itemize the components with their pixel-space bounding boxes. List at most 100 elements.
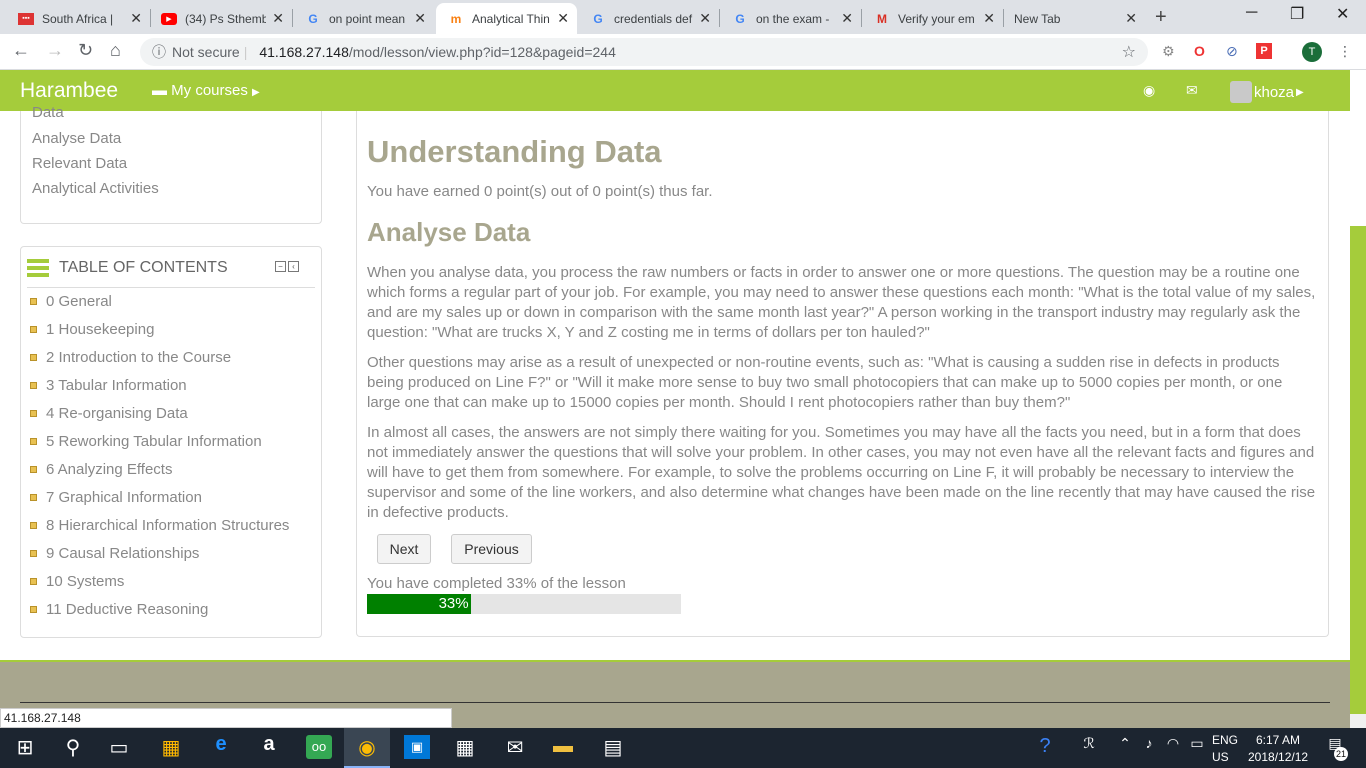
browser-tab[interactable]: G credentials def ✕	[578, 3, 719, 34]
toc-item[interactable]: 2 Introduction to the Course	[30, 349, 231, 366]
task-view-icon[interactable]: ▭	[106, 735, 132, 759]
reload-icon[interactable]: ↻	[78, 40, 93, 61]
points-earned: You have earned 0 point(s) out of 0 poin…	[367, 183, 713, 200]
page-title: Understanding Data	[367, 134, 662, 169]
browser-tab-active[interactable]: m Analytical Thin ✕	[436, 3, 577, 34]
chrome-icon[interactable]: ◉	[354, 735, 380, 759]
sidebar-link[interactable]: Relevant Data	[32, 155, 127, 172]
divider	[27, 287, 315, 288]
next-button[interactable]: Next	[377, 534, 431, 564]
battery-icon[interactable]: ▭	[1184, 735, 1210, 759]
toc-item[interactable]: 7 Graphical Information	[30, 489, 202, 506]
opera-extension-icon[interactable]: O	[1194, 43, 1205, 59]
tab-label: on the exam -	[756, 11, 830, 26]
block-extension-icon[interactable]: ⊘	[1226, 43, 1238, 60]
youtube-icon: ▶	[161, 12, 177, 25]
extension-icon[interactable]: ⚙	[1162, 43, 1175, 60]
language-indicator[interactable]: ENG US	[1212, 733, 1238, 764]
toc-item[interactable]: 8 Hierarchical Information Structures	[30, 517, 289, 534]
collapse-icon[interactable]: −	[275, 261, 286, 272]
close-tab-icon[interactable]: ✕	[699, 10, 711, 27]
sidebar-link[interactable]: Data	[32, 104, 64, 121]
caret-right-icon: ▶	[1296, 86, 1304, 98]
google-icon: G	[593, 11, 603, 26]
url-input[interactable]: ⓘ Not secure | 41.168.27.148/mod/lesson/…	[140, 38, 1148, 66]
sidebar-link[interactable]: Analyse Data	[32, 130, 121, 147]
my-courses-menu[interactable]: ▬ My courses ▶	[152, 82, 260, 99]
site-brand[interactable]: Harambee	[20, 79, 118, 103]
info-icon[interactable]: ⓘ	[152, 42, 166, 62]
time-label: 6:17 AM	[1255, 733, 1301, 747]
content-paragraph: When you analyse data, you process the r…	[367, 264, 1316, 341]
toc-item[interactable]: 5 Reworking Tabular Information	[30, 433, 262, 450]
tab-label: credentials def	[614, 11, 693, 26]
calendar-app-icon[interactable]: ▦	[452, 735, 478, 759]
close-tab-icon[interactable]: ✕	[414, 10, 426, 27]
browser-tab[interactable]: G on the exam - ✕	[720, 3, 861, 34]
browser-tab[interactable]: G on point mean ✕	[293, 3, 434, 34]
browser-tab[interactable]: ▶ (34) Ps Sthemb ✕	[151, 3, 292, 34]
toc-item-label: 11 Deductive Reasoning	[46, 601, 209, 618]
toc-item-label: 9 Causal Relationships	[46, 545, 200, 562]
toc-item[interactable]: 1 Housekeeping	[30, 321, 154, 338]
menu-dots-icon[interactable]: ⋮	[1338, 43, 1352, 60]
user-menu[interactable]: khoza ▶	[1230, 81, 1304, 103]
toc-item[interactable]: 3 Tabular Information	[30, 377, 187, 394]
close-tab-icon[interactable]: ✕	[1125, 10, 1137, 27]
tray-chevron-icon[interactable]: ⌃	[1112, 735, 1138, 759]
people-icon[interactable]: ℛ	[1076, 735, 1102, 759]
tab-label: New Tab	[1014, 11, 1061, 26]
pushbullet-extension-icon[interactable]: P	[1256, 43, 1272, 59]
restore-icon[interactable]: ❐	[1290, 4, 1304, 24]
close-window-icon[interactable]: ✕	[1336, 4, 1349, 24]
messages-icon[interactable]: ✉	[1186, 82, 1198, 99]
scrollbar-thumb[interactable]	[1350, 226, 1366, 714]
toc-item[interactable]: 4 Re-organising Data	[30, 405, 188, 422]
help-icon[interactable]: ?	[1032, 735, 1058, 759]
security-label: Not secure	[172, 44, 240, 60]
notification-icon[interactable]: ◉	[1143, 82, 1155, 99]
volume-icon[interactable]: ♪	[1136, 735, 1162, 759]
wifi-icon[interactable]: ◠	[1160, 735, 1186, 759]
store-icon[interactable]: ▦	[158, 735, 184, 759]
windows-start-icon[interactable]: ⊞	[12, 735, 38, 759]
tripadvisor-icon[interactable]: oo	[306, 735, 332, 759]
file-explorer-icon[interactable]: ▬	[550, 735, 576, 759]
profile-avatar[interactable]: T	[1302, 42, 1322, 62]
minimize-icon[interactable]: ─	[1246, 4, 1257, 22]
close-tab-icon[interactable]: ✕	[841, 10, 853, 27]
tab-label: South Africa |	[42, 11, 114, 26]
close-tab-icon[interactable]: ✕	[983, 10, 995, 27]
edge-icon[interactable]: e	[208, 733, 234, 757]
clock[interactable]: 6:17 AM 2018/12/12	[1248, 733, 1308, 764]
amazon-icon[interactable]: a	[256, 733, 282, 757]
previous-button[interactable]: Previous	[451, 534, 532, 564]
mail-icon[interactable]: ✉	[502, 735, 528, 759]
toc-item[interactable]: 10 Systems	[30, 573, 124, 590]
completion-text: You have completed 33% of the lesson	[367, 575, 626, 592]
close-tab-icon[interactable]: ✕	[557, 10, 569, 27]
home-icon[interactable]: ⌂	[110, 40, 121, 61]
feedback-icon[interactable]: ▤	[600, 735, 626, 759]
browser-tab[interactable]: New Tab ✕	[1004, 3, 1145, 34]
back-icon[interactable]: ←	[12, 40, 30, 61]
toc-item-label: 1 Housekeeping	[46, 321, 155, 338]
toc-item[interactable]: 9 Causal Relationships	[30, 545, 199, 562]
dock-icon[interactable]: ‹	[288, 261, 299, 272]
browser-tab-strip: ▪▪▪ South Africa | ✕ ▶ (34) Ps Sthemb ✕ …	[0, 0, 1366, 34]
close-tab-icon[interactable]: ✕	[272, 10, 284, 27]
toc-item-label: 10 Systems	[46, 573, 125, 590]
toc-item[interactable]: 0 General	[30, 293, 112, 310]
close-tab-icon[interactable]: ✕	[130, 10, 142, 27]
new-tab-button[interactable]: +	[1155, 6, 1167, 29]
toc-item[interactable]: 11 Deductive Reasoning	[30, 601, 208, 618]
app-icon[interactable]: ▣	[404, 735, 430, 759]
bookmark-star-icon[interactable]: ☆	[1122, 42, 1136, 62]
search-icon[interactable]: ⚲	[60, 735, 86, 759]
sidebar-link[interactable]: Analytical Activities	[32, 180, 159, 197]
tab-label: Analytical Thin	[472, 11, 550, 26]
toc-item[interactable]: 6 Analyzing Effects	[30, 461, 172, 478]
browser-tab[interactable]: M Verify your em ✕	[862, 3, 1003, 34]
browser-tab[interactable]: ▪▪▪ South Africa | ✕	[0, 3, 150, 34]
forward-icon[interactable]: →	[46, 40, 64, 61]
